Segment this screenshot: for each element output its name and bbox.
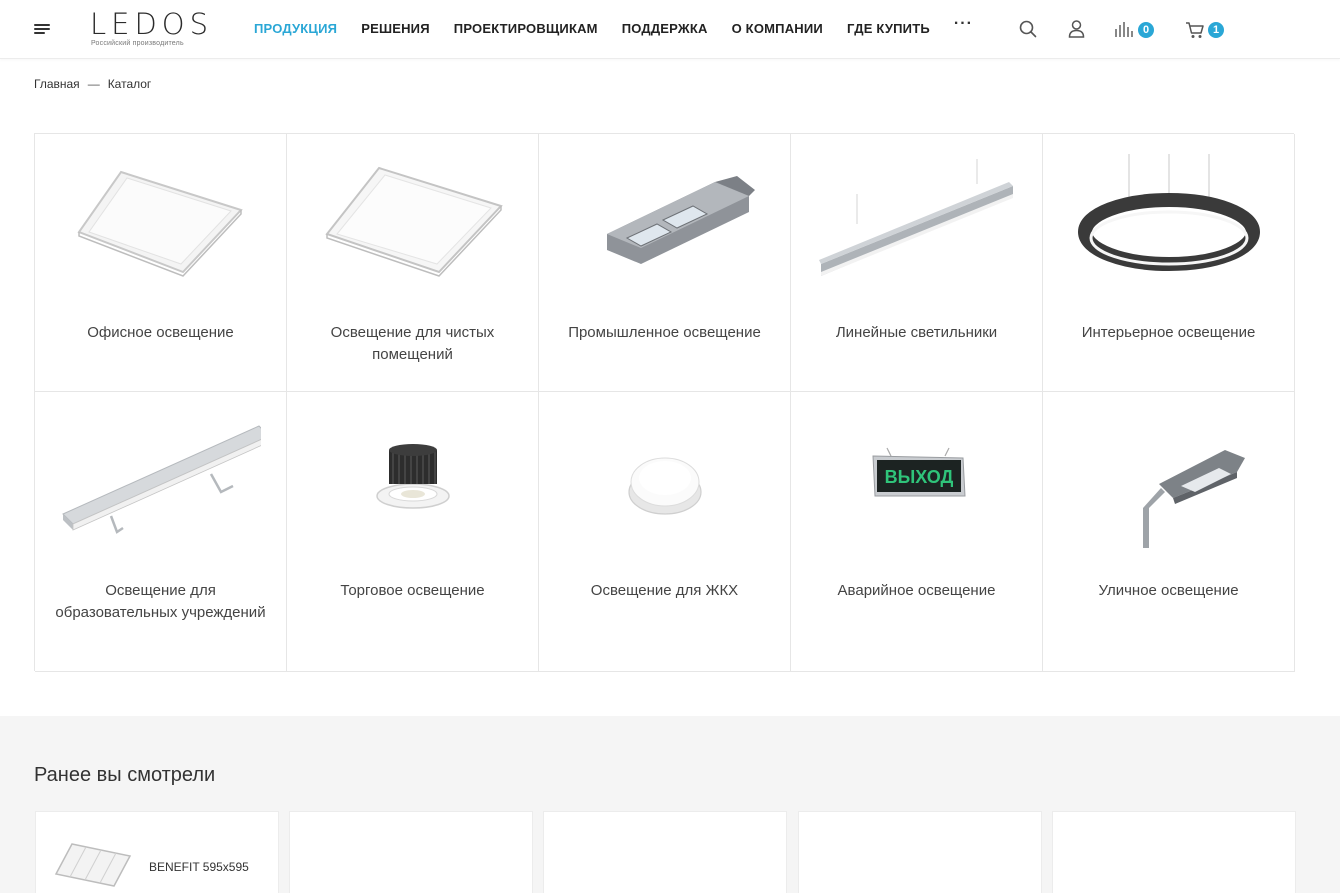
logo[interactable]: LEDOS Российский производитель (90, 9, 208, 51)
catalog-item-office[interactable]: Офисное освещение (35, 134, 287, 392)
catalog-item-interior[interactable]: Интерьерное освещение (1043, 134, 1295, 392)
catalog-item-clean-rooms[interactable]: Освещение для чистых помещений (287, 134, 539, 392)
recent-product-card[interactable]: BENEFIT 595x595 (35, 811, 279, 893)
linear-light-icon (819, 159, 1013, 276)
catalog-item-emergency[interactable]: ВЫХОД Аварийное освещение (791, 392, 1043, 672)
nav-item-solutions[interactable]: РЕШЕНИЯ (361, 21, 430, 36)
catalog-item-linear[interactable]: Линейные светильники (791, 134, 1043, 392)
site-header: LEDOS Российский производитель ПРОДУКЦИЯ… (0, 0, 1340, 59)
square-panel-light-icon (54, 843, 132, 887)
compare-count-badge: 0 (1138, 22, 1154, 38)
board-light-icon (62, 425, 261, 534)
cart-count-badge: 1 (1208, 22, 1224, 38)
catalog-item-label: Интерьерное освещение (1081, 324, 1256, 341)
nav-item-designers[interactable]: ПРОЕКТИРОВЩИКАМ (454, 21, 598, 36)
ring-pendant-light-icon (1078, 154, 1260, 271)
catalog-item-industrial[interactable]: Промышленное освещение (539, 134, 791, 392)
square-panel-light-icon (77, 170, 243, 277)
catalog-item-label: Уличное освещение (1098, 582, 1239, 599)
compare-icon[interactable] (1114, 21, 1134, 38)
catalog-item-housing[interactable]: Освещение для ЖКХ (539, 392, 791, 672)
recently-viewed-section: Ранее вы смотрели BENEFIT 595x595 (0, 716, 1340, 893)
catalog-item-label: Промышленное освещение (568, 324, 761, 341)
catalog-item-label: Офисное освещение (87, 324, 234, 341)
recent-product-name: BENEFIT 595x595 (149, 860, 249, 874)
breadcrumb: Главная — Каталог (34, 77, 151, 91)
recently-viewed-title: Ранее вы смотрели (34, 764, 216, 786)
downlight-icon (376, 444, 450, 509)
cart-icon[interactable] (1185, 21, 1205, 39)
recent-product-card[interactable] (543, 811, 787, 893)
menu-icon[interactable] (34, 22, 50, 36)
nav-item-support[interactable]: ПОДДЕРЖКА (622, 21, 708, 36)
street-light-icon (1143, 450, 1245, 548)
more-icon[interactable]: ··· (954, 15, 973, 36)
catalog-item-education[interactable]: Освещение для образовательных учреждений (35, 392, 287, 672)
recent-product-card[interactable] (798, 811, 1042, 893)
breadcrumb-current[interactable]: Каталог (108, 77, 152, 91)
breadcrumb-separator: — (87, 77, 100, 91)
nav-item-where-to-buy[interactable]: ГДЕ КУПИТЬ (847, 21, 930, 36)
user-icon[interactable] (1068, 20, 1085, 38)
recent-product-card[interactable] (289, 811, 533, 893)
catalog-item-label: Освещение для чистых помещений (330, 324, 495, 363)
search-icon[interactable] (1019, 20, 1037, 38)
breadcrumb-home[interactable]: Главная (34, 77, 80, 91)
square-panel-light-icon (325, 166, 503, 277)
exit-sign-text: ВЫХОД (885, 467, 954, 487)
catalog-item-label: Торговое освещение (340, 582, 485, 599)
catalog-grid: Офисное освещение Освещение для чистых п… (34, 133, 1295, 672)
recent-product-card[interactable] (1052, 811, 1296, 893)
catalog-item-label: Освещение для ЖКХ (590, 582, 739, 599)
nav-item-about[interactable]: О КОМПАНИИ (732, 21, 823, 36)
main-nav: ПРОДУКЦИЯ РЕШЕНИЯ ПРОЕКТИРОВЩИКАМ ПОДДЕР… (254, 15, 973, 36)
exit-sign-icon: ВЫХОД (872, 447, 966, 497)
catalog-item-label: Аварийное освещение (837, 582, 996, 599)
catalog-item-label: Линейные светильники (835, 324, 998, 341)
catalog-item-street[interactable]: Уличное освещение (1043, 392, 1295, 672)
catalog-item-retail[interactable]: Торговое освещение (287, 392, 539, 672)
round-ceiling-light-icon (628, 457, 702, 515)
nav-item-products[interactable]: ПРОДУКЦИЯ (254, 21, 337, 36)
catalog-item-label: Освещение для образовательных учреждений (55, 582, 266, 621)
logo-subtitle: Российский производитель (91, 40, 184, 47)
industrial-light-icon (607, 176, 755, 264)
logo-text: LEDOS (90, 7, 214, 41)
